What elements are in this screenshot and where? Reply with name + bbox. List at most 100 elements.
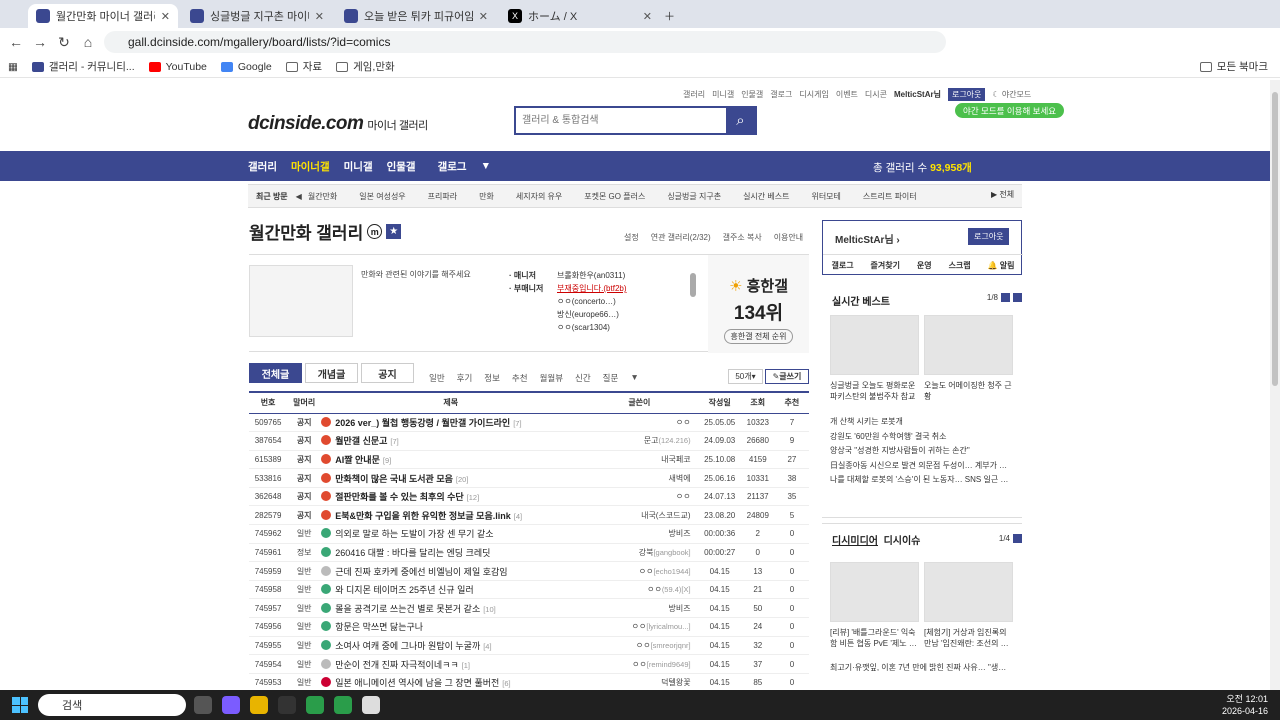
- recent-item[interactable]: 월간만화: [308, 191, 337, 202]
- close-icon[interactable]: ✕: [315, 10, 324, 23]
- bookmark-google[interactable]: Google: [220, 61, 272, 73]
- post-title-cell[interactable]: 월만갤 신문고 [7]: [321, 431, 581, 451]
- submanager-name[interactable]: 부재중입니다.(btf2b): [557, 282, 627, 295]
- post-writer-cell[interactable]: ㅇㅇ(59.4)[X]: [580, 580, 699, 600]
- post-writer-cell[interactable]: ㅇㅇ[remind9649]: [580, 654, 699, 674]
- post-writer[interactable]: ㅇㅇ: [632, 622, 647, 631]
- bookmark-gallery[interactable]: 갤러리 - 커뮤니티...: [31, 59, 135, 74]
- reply-count[interactable]: [6]: [502, 679, 510, 688]
- taskbar-clock[interactable]: 오전 12:01 2026-04-16: [1222, 693, 1268, 717]
- sidebar-manage[interactable]: 운영: [917, 260, 932, 271]
- page-scrollbar[interactable]: [1270, 80, 1280, 690]
- next-icon[interactable]: [1013, 293, 1022, 302]
- post-title[interactable]: AI짤 안내문: [335, 455, 380, 465]
- post-title[interactable]: 절판만화를 볼 수 있는 최후의 수단: [335, 492, 463, 502]
- post-title[interactable]: 만화책이 많은 국내 도서관 모음: [335, 474, 453, 484]
- head-review[interactable]: 후기: [457, 372, 473, 384]
- post-title[interactable]: 일본 애니메이션 역사에 남을 그 장면 풀버전: [335, 678, 499, 688]
- sidebar-user[interactable]: MelticStAr님 ›: [835, 231, 900, 246]
- best-item[interactable]: 개 산책 시키는 로봇개: [830, 415, 1015, 430]
- reply-count[interactable]: [12]: [467, 493, 480, 502]
- post-writer-cell[interactable]: ㅇㅇ[echo1944]: [580, 561, 699, 581]
- tab-notice[interactable]: 공지: [361, 363, 414, 383]
- best-item[interactable]: 강원도 '60만원 수학여행' 결국 취소: [830, 430, 1015, 445]
- media-caption[interactable]: [체험기] 거상과 임진록의 만남 '임진왜란: 조선의 …: [924, 627, 1013, 649]
- rank-link[interactable]: 흥한갤 전체 순위: [723, 329, 794, 344]
- reply-count[interactable]: [9]: [383, 456, 391, 465]
- apps-icon[interactable]: ▦: [8, 61, 18, 73]
- reply-count[interactable]: [4]: [514, 512, 522, 521]
- next-icon[interactable]: [1013, 534, 1022, 543]
- search-icon[interactable]: ⌕: [726, 108, 755, 133]
- table-row[interactable]: 745956 일반 항문은 막쓰면 닳는구나 ㅇㅇ[lyricalmou...] 04.…: [249, 617, 809, 637]
- tab-4[interactable]: X ホーム / X ✕: [500, 4, 660, 28]
- post-writer-cell[interactable]: 새벽에: [580, 468, 699, 488]
- media-tab[interactable]: 디시미디어: [832, 536, 878, 547]
- taskview-icon[interactable]: [194, 696, 212, 714]
- home-icon[interactable]: ⌂: [76, 30, 100, 54]
- head-general[interactable]: 일반: [429, 372, 445, 384]
- table-row[interactable]: 745959 일반 근데 진짜 호카케 중에선 비엘님이 제일 호감임 ㅇㅇ[echo…: [249, 561, 809, 581]
- reply-count[interactable]: [7]: [513, 419, 521, 428]
- post-title-cell[interactable]: 항문은 막쓰면 닳는구나: [321, 617, 581, 637]
- table-row[interactable]: 745957 일반 몰을 공격기로 쓰는건 별로 못본거 같소 [10] 방비즈 04.1…: [249, 598, 809, 619]
- table-row[interactable]: 745961 정보 260416 대짤 : 바다를 달리는 엔딩 크레딧 강북[gan…: [249, 543, 809, 563]
- bookmark-youtube[interactable]: YouTube: [148, 61, 207, 73]
- submanager-name[interactable]: 방신(europe66…): [557, 308, 619, 321]
- post-writer[interactable]: 내국페코: [661, 455, 690, 464]
- topnav-gallery[interactable]: 갤러리: [683, 89, 705, 100]
- chrome-icon[interactable]: [334, 696, 352, 714]
- post-writer[interactable]: ㅇㅇ: [676, 492, 691, 501]
- logout-button[interactable]: 로그아웃: [947, 88, 986, 101]
- night-mode-toggle[interactable]: ☾ 야간모드: [992, 89, 1031, 100]
- post-title[interactable]: 만순이 전개 진짜 자극적이네ㅋㅋ: [335, 660, 458, 670]
- gnb-mini[interactable]: 미니갤: [344, 159, 373, 174]
- recent-all-link[interactable]: ▶ 전체: [985, 189, 1021, 200]
- gnb-minor[interactable]: 마이너갤: [291, 159, 330, 174]
- bookmark-folder-games[interactable]: 게임,만화: [336, 59, 395, 74]
- close-icon[interactable]: ✕: [161, 10, 170, 23]
- copilot-icon[interactable]: [222, 696, 240, 714]
- post-title[interactable]: 월만갤 신문고: [335, 436, 387, 446]
- best-thumb[interactable]: [924, 315, 1013, 375]
- topnav-mini[interactable]: 미니갤: [712, 89, 734, 100]
- post-title[interactable]: 260416 대짤 : 바다를 달리는 엔딩 크레딧: [335, 548, 490, 558]
- post-title-cell[interactable]: 의외로 말로 하는 도발이 가장 센 무기 같소: [321, 524, 581, 544]
- post-title-cell[interactable]: 절판만화를 볼 수 있는 최후의 수단 [12]: [321, 487, 581, 507]
- post-writer-cell[interactable]: 문고(124.216): [580, 431, 699, 451]
- chevron-left-icon[interactable]: ◀: [296, 192, 302, 201]
- tab-2[interactable]: 싱글벙글 지구촌 마이너 갤러리✕: [182, 4, 332, 28]
- post-title[interactable]: 항문은 막쓰면 닳는구나: [335, 622, 423, 632]
- write-button[interactable]: ✎ 글쓰기: [765, 369, 809, 384]
- gnb-gallog[interactable]: 갤로그: [438, 159, 467, 174]
- post-title-cell[interactable]: E북&만화 구입을 위한 유익한 정보글 모음.link [4]: [321, 505, 581, 526]
- gnb-person[interactable]: 인물갤: [387, 159, 416, 174]
- post-writer-cell[interactable]: ㅇㅇ: [580, 487, 699, 507]
- post-title[interactable]: 2026 ver_) 월첩 행동강령 / 월만갤 가이드라인: [335, 418, 510, 428]
- recent-item[interactable]: 포켓몬 GO 플러스: [584, 191, 645, 202]
- recent-item[interactable]: 만화: [479, 191, 494, 202]
- best-item[interactable]: 日실종아동 시신으로 발견 의문점 두성이… 계부가 …: [830, 459, 1015, 474]
- tab-3[interactable]: 오늘 받은 튀카 피규어임... - 특✕: [336, 4, 496, 28]
- post-writer-cell[interactable]: 방비즈: [580, 598, 699, 619]
- usage-guide-link[interactable]: 이용안내: [774, 232, 803, 243]
- media-thumb[interactable]: [830, 562, 919, 622]
- chevron-down-icon[interactable]: ▼: [481, 160, 491, 172]
- site-logo[interactable]: dcinside.com 마이너 갤러리: [248, 113, 428, 135]
- head-recommend[interactable]: 추천: [512, 372, 528, 384]
- post-title[interactable]: 소여사 여캐 중에 그나마 원탑이 누굴까: [335, 641, 480, 651]
- post-title-cell[interactable]: 2026 ver_) 월첩 행동강령 / 월만갤 가이드라인 [7]: [321, 413, 581, 433]
- sidebar-gallog[interactable]: 갤로그: [831, 260, 853, 271]
- head-question[interactable]: 질문: [603, 372, 619, 384]
- reply-count[interactable]: [4]: [483, 642, 491, 651]
- post-title-cell[interactable]: 소여사 여캐 중에 그나마 원탑이 누굴까 [4]: [321, 636, 581, 656]
- taskbar-search[interactable]: 검색: [38, 694, 186, 716]
- topnav-event[interactable]: 이벤트: [836, 89, 858, 100]
- submanager-name[interactable]: ㅇㅇ(concerto…): [557, 295, 616, 308]
- all-bookmarks[interactable]: 모든 북마크: [1199, 59, 1268, 74]
- table-row[interactable]: 745958 일반 와 디지몬 테이머즈 25주년 신규 일러 ㅇㅇ(59.4)[X]…: [249, 580, 809, 600]
- post-title-cell[interactable]: 일본 애니메이션 역사에 남을 그 장면 풀버전 [6]: [321, 673, 581, 690]
- post-title-cell[interactable]: 와 디지몬 테이머즈 25주년 신규 일러: [321, 580, 581, 600]
- related-gallery-link[interactable]: 연관 갤러리(2/32): [651, 232, 711, 243]
- user-name[interactable]: MelticStAr님: [894, 89, 941, 100]
